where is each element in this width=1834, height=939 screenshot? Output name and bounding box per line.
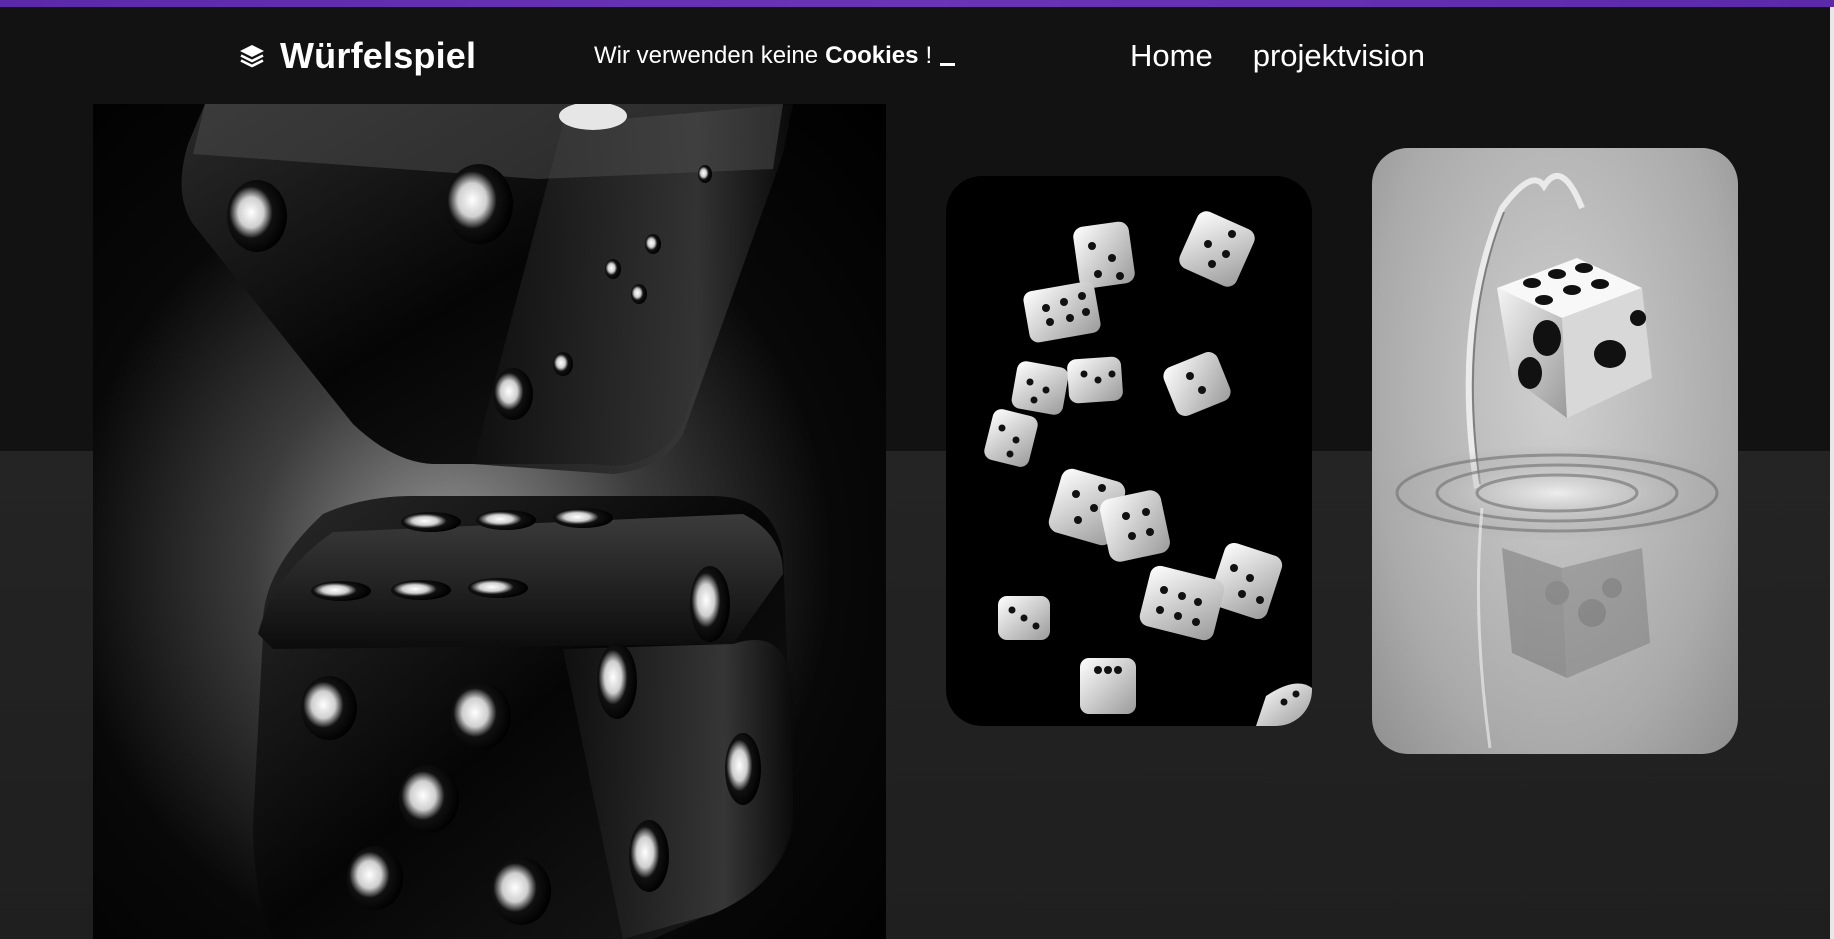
brand-logo-link[interactable]: Würfelspiel: [238, 34, 476, 78]
nav-link-home[interactable]: Home: [1130, 38, 1213, 74]
hero-dice-image: [93, 104, 886, 939]
typing-cursor: [940, 62, 956, 66]
scrollbar-edge[interactable]: [1830, 7, 1834, 939]
main-nav: Home projektvision: [1130, 34, 1425, 78]
cookie-text: Wir verwenden keine: [594, 42, 819, 69]
water-dice-image: [1372, 148, 1738, 754]
layers-icon: [238, 42, 266, 70]
cookie-notice: Wir verwenden keine Cookies !: [594, 41, 956, 71]
falling-dice-image: [946, 176, 1312, 726]
brand-name: Würfelspiel: [280, 35, 477, 76]
accent-top-bar: [0, 0, 1834, 7]
cookie-bold-text: Cookies: [825, 42, 919, 69]
cookie-suffix: !: [925, 42, 933, 69]
nav-link-projektvision[interactable]: projektvision: [1253, 38, 1425, 74]
